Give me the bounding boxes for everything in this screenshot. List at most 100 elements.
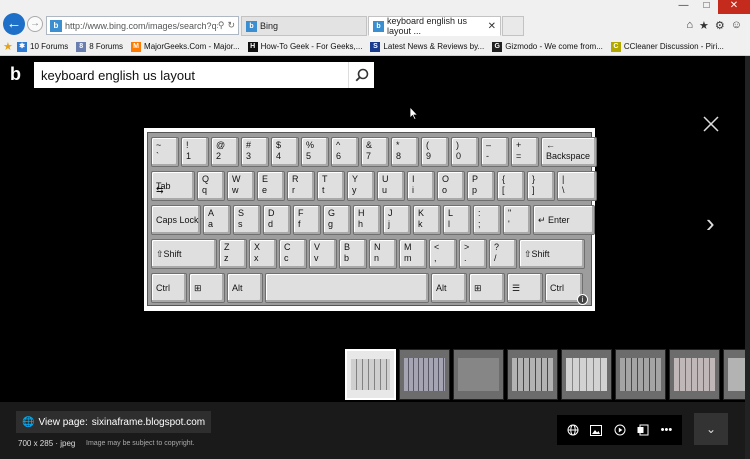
tab-bing[interactable]: b Bing [241,16,367,36]
key-top-label: ? [494,242,500,252]
image-info-icon[interactable]: i [577,294,588,305]
scrollbar[interactable] [745,56,750,459]
key-top-label: @ [216,140,226,150]
view-page-button[interactable]: 🌐 View page: sixinaframe.blogspot.com [16,411,212,433]
keyboard-key: % 5 [301,137,329,167]
keyboard-key: ⊞ [189,273,225,303]
tab-close-icon[interactable]: ✕ [488,21,496,32]
next-image-chevron-icon[interactable]: › [706,208,715,239]
keyboard-key: Ctrl [151,273,187,303]
forward-button[interactable]: → [27,16,43,32]
search-button[interactable] [348,62,374,88]
thumbnail-4[interactable] [507,349,558,400]
thumbnail-2[interactable] [399,349,450,400]
key-bottom-label: e [262,185,268,195]
key-top-label: W [232,174,241,184]
refresh-icon[interactable]: ↻ [227,20,235,31]
bing-favicon-icon: b [246,20,257,32]
keyboard-key: Xx [249,239,277,269]
key-top-label: D [268,208,275,218]
keyboard-image[interactable]: ~ `! 1 @2 #3 $4% 5 ^ 6 & 7 * 8(9) 0– - + = ← Backspace Tab ⇆… [144,128,597,311]
thumbnail-6[interactable] [615,349,666,400]
thumbnail-3[interactable] [453,349,504,400]
expand-chevron-icon[interactable]: ⌄ [694,413,728,445]
key-top-label: ! [186,140,189,150]
bing-logo-icon[interactable]: b [10,64,21,85]
thumbnail-1[interactable] [345,349,396,400]
key-bottom-label: ] [532,185,535,195]
address-url[interactable]: http://www.bing.com/images/search?q=| [65,21,218,31]
smiley-feedback-icon[interactable]: ☺ [731,19,742,32]
favorite-item-gizmodo[interactable]: G Gizmodo - We come from... [492,41,603,52]
key-bottom-label: q [202,185,208,195]
more-options-icon[interactable]: ••• [661,424,673,436]
home-icon[interactable]: ⌂ [686,19,693,32]
office-share-icon[interactable] [637,424,649,436]
key-bottom-label: i [412,185,414,195]
key-bottom-label: 6 [336,151,342,161]
keyboard-key: @2 [211,137,239,167]
keyboard-key: ☰ [507,273,543,303]
tab-keyboard-search[interactable]: b keyboard english us layout ... ✕ [368,16,501,36]
search-icon [355,68,368,82]
key-top-label: ~ [156,140,162,150]
key-bottom-label: g [328,219,334,229]
favorites-star-icon[interactable]: ★ [699,19,709,32]
ten-forums-icon: ✱ [17,41,27,52]
key-top-label: I [412,174,415,184]
minimize-button[interactable]: — [672,0,695,14]
favorite-label: MajorGeeks.Com - Major... [144,42,240,51]
keyboard-key: Ee [257,171,285,201]
keyboard-key: Vv [309,239,337,269]
favorite-label: CCleaner Discussion - Piri... [623,42,724,51]
search-dropdown-icon[interactable]: ⚲ [218,20,225,31]
close-viewer-icon[interactable] [703,116,719,132]
howtogeek-icon: H [247,41,258,52]
globe-icon[interactable] [567,424,579,436]
maximize-button[interactable]: □ [695,0,718,14]
keyboard-key: Bb [339,239,367,269]
new-tab-button[interactable] [502,16,524,36]
key-bottom-label: 8 [396,151,402,161]
close-window-button[interactable]: ✕ [718,0,750,14]
favorite-item-howtogeek[interactable]: H How-To Geek - For Geeks,... [247,41,362,52]
key-bottom-label: / [494,253,497,263]
address-bar[interactable]: b http://www.bing.com/images/search?q=| … [46,16,239,35]
key-top-label: + [516,140,522,150]
image-icon[interactable] [590,424,603,436]
favorite-item-majorgeeks[interactable]: M MajorGeeks.Com - Major... [131,41,240,52]
keyboard-key: * 8 [391,137,419,167]
key-top-label: ⊞ [194,283,202,293]
keyboard-key: $4 [271,137,299,167]
thumbnail-7[interactable] [669,349,720,400]
key-top-label: S [238,208,245,218]
add-favorite-star-icon[interactable]: ★ [3,40,17,53]
key-bottom-label: 7 [366,151,372,161]
settings-gear-icon[interactable]: ⚙ [715,19,725,32]
keyboard-key: Tab ⇆ [151,171,195,201]
bing-favicon-icon: b [50,19,62,32]
window-controls: — □ ✕ [672,0,750,14]
key-bottom-label: 2 [216,151,222,161]
keyboard-key: Ff [293,205,321,235]
key-top-label: ⊞ [474,283,482,293]
keyboard-key: Uu [377,171,405,201]
favorite-item-8forums[interactable]: 8 8 Forums [76,41,123,52]
favorite-item-latest-news[interactable]: S Latest News & Reviews by... [370,41,484,52]
favorite-item-ccleaner[interactable]: C CCleaner Discussion - Piri... [610,41,724,52]
keyboard-key: Gg [323,205,351,235]
search-input[interactable] [34,67,348,83]
thumbnail-5[interactable] [561,349,612,400]
key-bottom-label: v [314,253,319,263]
keyboard-key: ! 1 [181,137,209,167]
favorite-item-10forums[interactable]: ✱ 10 Forums [17,41,68,52]
keyboard-key: Ss [233,205,261,235]
key-bottom-label: f [298,219,301,229]
play-icon[interactable] [614,424,626,436]
key-top-label: > [464,242,470,252]
keyboard-key: }] [527,171,555,201]
key-bottom-label: z [224,253,229,263]
key-bottom-label: ⇆ [156,185,164,195]
key-bottom-label: c [284,253,289,263]
back-button[interactable]: ← [3,13,25,35]
